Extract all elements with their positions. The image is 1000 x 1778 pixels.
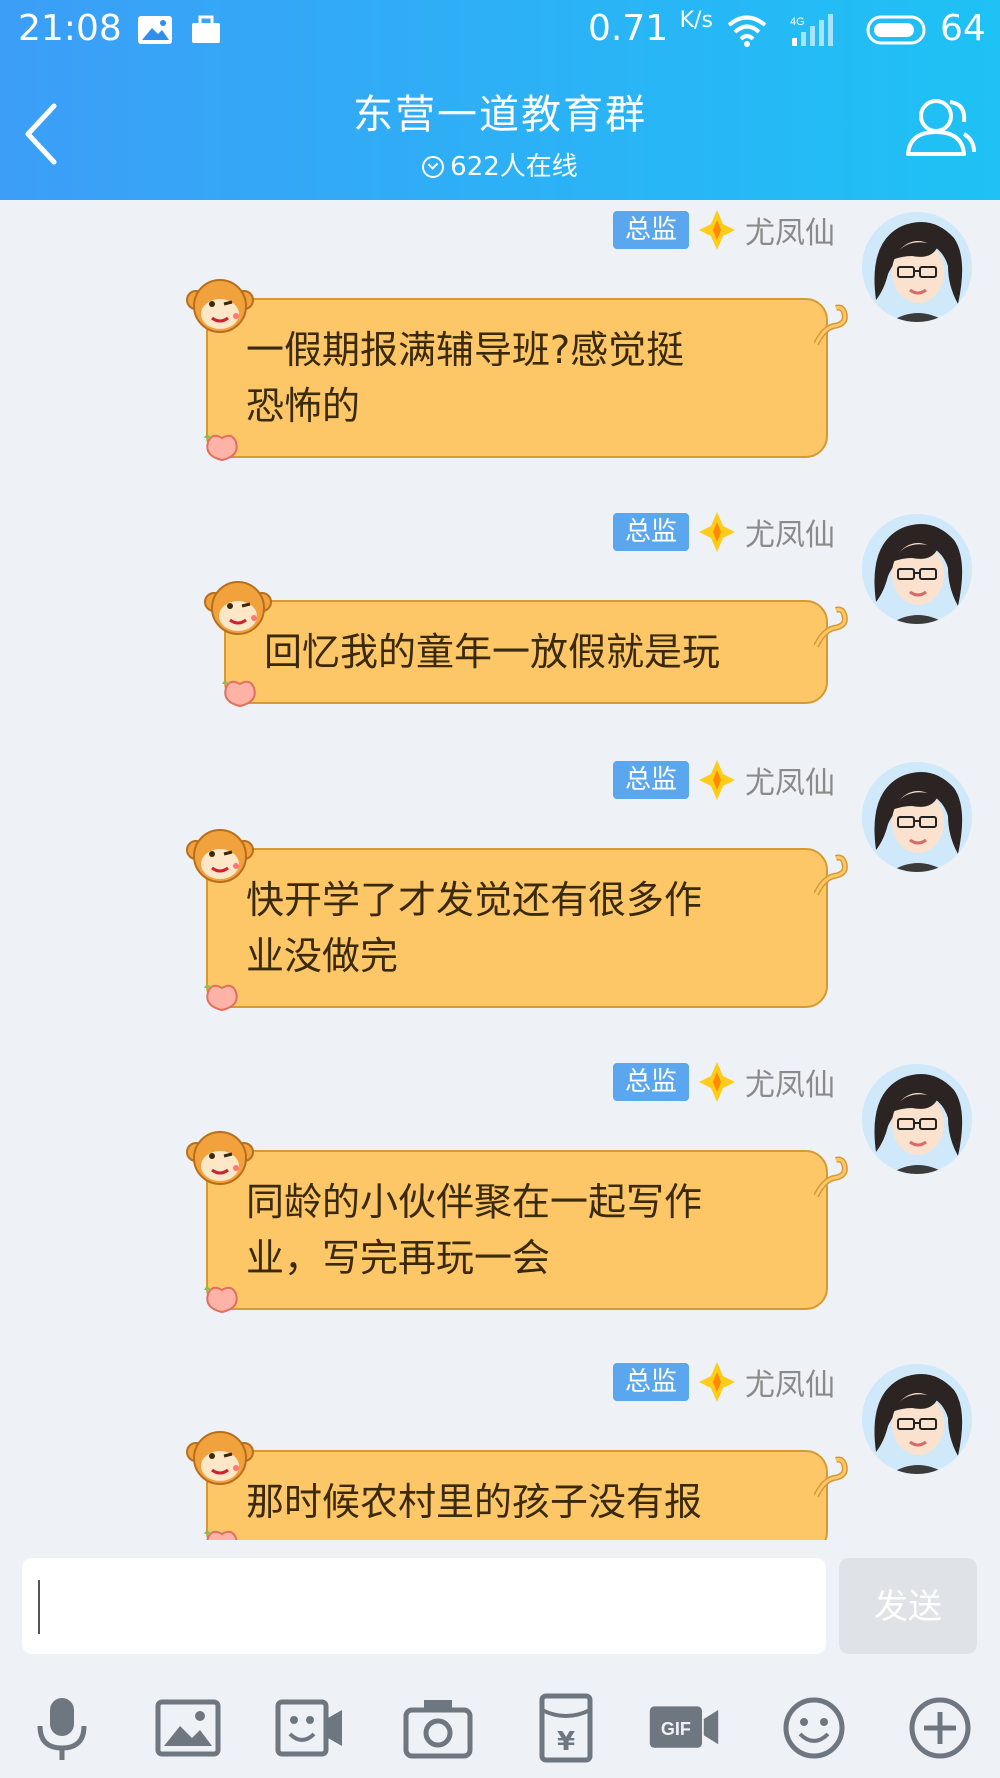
message-text-line: 回忆我的童年一放假就是玩 (264, 630, 721, 674)
sender-name[interactable]: 尤凤仙 (745, 1060, 835, 1104)
member-level-icon (697, 1060, 737, 1104)
message-bubble-wrapper: 同龄的小伙伴聚在一起写作 业，写完再玩一会 (186, 1131, 848, 1314)
message-bubble-wrapper: 快开学了才发觉还有很多作 业没做完 (186, 829, 848, 1012)
wifi-icon (727, 15, 767, 47)
network-speed: 0.71 K/s (588, 8, 713, 49)
avatar[interactable] (862, 212, 972, 322)
sender-name[interactable]: 尤凤仙 (745, 208, 835, 252)
sender-name[interactable]: 尤凤仙 (745, 758, 835, 802)
send-button[interactable]: 发送 (839, 1558, 977, 1654)
status-bar: 21:08 0.71 K/s 4G 64 (0, 0, 1000, 62)
member-level-icon (697, 758, 737, 802)
speed-value: 0.71 (588, 8, 669, 49)
sender-meta: 总监 尤凤仙 (612, 1060, 835, 1104)
message-text-line: 恐怖的 (246, 384, 361, 428)
message-input[interactable] (22, 1558, 826, 1654)
bubble-tail-icon (813, 1456, 854, 1500)
message-text-line: 同龄的小伙伴聚在一起写作 (246, 1180, 703, 1224)
app-header: 21:08 0.71 K/s 4G 64 东营一道教育群 622人在线 (0, 0, 1000, 200)
gallery-notification-icon (138, 16, 172, 44)
message-text-line: 业没做完 (246, 934, 399, 978)
avatar[interactable] (862, 1064, 972, 1174)
gif-icon[interactable]: GIF (648, 1692, 720, 1764)
member-level-icon (697, 208, 737, 252)
red-packet-icon[interactable]: ¥ (530, 1692, 602, 1764)
signal-icon: 4G (790, 14, 833, 46)
status-time: 21:08 (18, 8, 122, 49)
message-bubble[interactable]: 回忆我的童年一放假就是玩 (224, 600, 828, 704)
bubble-tail-icon (813, 854, 854, 898)
message-text-line: 快开学了才发觉还有很多作 (246, 878, 703, 922)
member-level-icon (697, 1360, 737, 1404)
video-call-icon[interactable] (274, 1692, 346, 1764)
role-badge: 总监 (612, 513, 689, 551)
network-type: 4G (790, 16, 805, 28)
message-bubble-wrapper: 那时候农村里的孩子没有报 (186, 1431, 848, 1540)
message-bubble[interactable]: 一假期报满辅导班?感觉挺 恐怖的 (206, 298, 828, 458)
message-bubble[interactable]: 同龄的小伙伴聚在一起写作 业，写完再玩一会 (206, 1150, 828, 1310)
speed-unit: K/s (679, 8, 713, 33)
microphone-icon[interactable] (26, 1692, 98, 1764)
monkey-decoration-icon (184, 820, 256, 892)
message-text-line: 一假期报满辅导班?感觉挺 (246, 328, 685, 372)
avatar[interactable] (862, 762, 972, 872)
plus-icon[interactable] (904, 1692, 976, 1764)
peach-decoration-icon (220, 674, 260, 708)
avatar[interactable] (862, 514, 972, 624)
message-bubble[interactable]: 那时候农村里的孩子没有报 (206, 1450, 828, 1540)
input-bar: 发送 ¥ GIF (0, 1540, 1000, 1778)
battery-level: 64 (940, 8, 986, 49)
chat-area[interactable]: 总监 尤凤仙 一假期报满辅导班?感觉挺 恐怖的 总监 尤凤仙 回忆我的童年一放假就是玩… (0, 0, 1000, 1540)
bubble-tail-icon (813, 606, 854, 650)
role-badge: 总监 (612, 761, 689, 799)
image-icon[interactable] (152, 1692, 224, 1764)
sender-meta: 总监 尤凤仙 (612, 510, 835, 554)
emoji-icon[interactable] (778, 1692, 850, 1764)
sender-meta: 总监 尤凤仙 (612, 208, 835, 252)
avatar[interactable] (862, 1364, 972, 1474)
message-text-line: 那时候农村里的孩子没有报 (246, 1480, 703, 1524)
role-badge: 总监 (612, 1363, 689, 1401)
peach-decoration-icon (202, 1524, 242, 1540)
message-text-line: 业，写完再玩一会 (246, 1236, 551, 1280)
briefcase-notification-icon (192, 15, 220, 43)
role-badge: 总监 (612, 1063, 689, 1101)
message-bubble-wrapper: 一假期报满辅导班?感觉挺 恐怖的 (186, 279, 848, 462)
role-badge: 总监 (612, 211, 689, 249)
monkey-decoration-icon (184, 1122, 256, 1194)
bubble-tail-icon (813, 304, 854, 348)
battery-toggle-icon (866, 15, 926, 45)
online-count: 622人在线 (0, 146, 1000, 183)
message-bubble-wrapper: 回忆我的童年一放假就是玩 (204, 581, 848, 708)
sender-name[interactable]: 尤凤仙 (745, 1360, 835, 1404)
bubble-tail-icon (813, 1156, 854, 1200)
monkey-decoration-icon (202, 572, 274, 644)
sender-meta: 总监 尤凤仙 (612, 758, 835, 802)
svg-text:¥: ¥ (557, 1727, 575, 1757)
group-title: 东营一道教育群 (353, 92, 647, 138)
gif-label: GIF (661, 1719, 691, 1739)
member-level-icon (697, 510, 737, 554)
sender-name[interactable]: 尤凤仙 (745, 510, 835, 554)
sender-meta: 总监 尤凤仙 (612, 1360, 835, 1404)
group-members-icon[interactable] (904, 94, 976, 162)
message-bubble[interactable]: 快开学了才发觉还有很多作 业没做完 (206, 848, 828, 1008)
camera-icon[interactable] (402, 1692, 474, 1764)
online-check-icon (422, 156, 445, 178)
peach-decoration-icon (202, 428, 242, 462)
monkey-decoration-icon (184, 1422, 256, 1494)
text-caret (38, 1580, 40, 1634)
peach-decoration-icon (202, 1280, 242, 1314)
input-toolbar: ¥ GIF (0, 1692, 1000, 1772)
online-count-text: 622人在线 (450, 152, 578, 182)
peach-decoration-icon (202, 978, 242, 1012)
monkey-decoration-icon (184, 270, 256, 342)
